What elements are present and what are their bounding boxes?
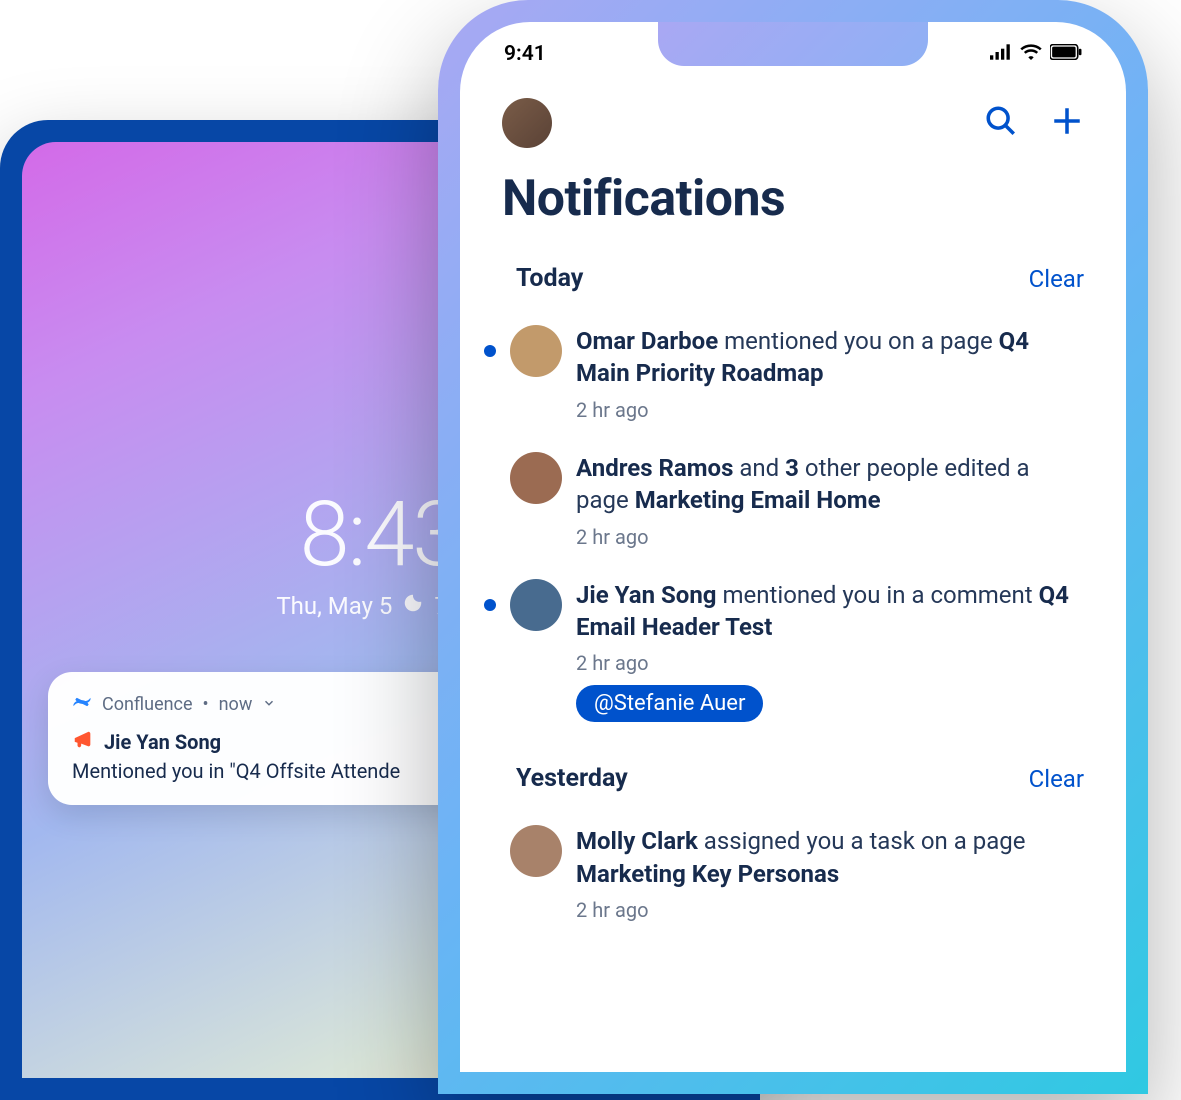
cellular-icon [990,42,1012,66]
notification-target: Marketing Email Home [635,486,881,514]
notification-time: 2 hr ago [576,525,1084,549]
actor-avatar [510,325,562,377]
clear-button[interactable]: Clear [1029,265,1084,293]
notification-text: Omar Darboe mentioned you on a page Q4 M… [576,325,1084,390]
notification-item[interactable]: Andres Ramos and 3 other people edited a… [460,438,1126,565]
unread-dot [484,345,496,357]
notification-item[interactable]: Molly Clark assigned you a task on a pag… [460,811,1126,938]
notification-time: 2 hr ago [576,398,1084,422]
notification-item[interactable]: Omar Darboe mentioned you on a page Q4 M… [460,311,1126,438]
notification-text: Molly Clark assigned you a task on a pag… [576,825,1084,890]
notification-content: Molly Clark assigned you a task on a pag… [576,825,1084,922]
notification-text: Jie Yan Song mentioned you in a comment … [576,579,1084,644]
notification-actor: Molly Clark [576,827,698,855]
app-screen: 9:41 [460,22,1126,1072]
notification-content: Andres Ramos and 3 other people edited a… [576,452,1084,549]
status-time: 9:41 [504,42,546,66]
megaphone-icon [72,729,94,755]
notification-text: Andres Ramos and 3 other people edited a… [576,452,1084,517]
notification-actor: Jie Yan Song [576,581,717,609]
notification-item[interactable]: Jie Yan Song mentioned you in a comment … [460,565,1126,739]
lockscreen-date: Thu, May 5 [276,592,392,620]
app-header [460,66,1126,156]
clear-button[interactable]: Clear [1029,765,1084,793]
search-icon[interactable] [984,104,1018,142]
notification-time: 2 hr ago [576,651,1084,675]
push-app-name: Confluence [102,694,193,715]
battery-icon [1050,42,1082,66]
actor-avatar [510,579,562,631]
chevron-down-icon[interactable] [262,694,276,715]
notification-actor: Omar Darboe [576,327,718,355]
actor-avatar [510,825,562,877]
notification-time: 2 hr ago [576,898,1084,922]
plus-icon[interactable] [1050,104,1084,142]
status-icons [990,42,1082,66]
confluence-icon [72,692,92,717]
mention-pill[interactable]: @Stefanie Auer [576,685,763,722]
notification-content: Omar Darboe mentioned you on a page Q4 M… [576,325,1084,422]
push-when: now [219,694,253,715]
moon-icon [402,592,424,620]
unread-dot [484,599,496,611]
app-phone: 9:41 [438,0,1148,1094]
section-header-yesterday: Yesterday Clear [460,738,1126,811]
notification-target: Marketing Key Personas [576,860,839,888]
notification-content: Jie Yan Song mentioned you in a comment … [576,579,1084,723]
actor-avatar [510,452,562,504]
notification-actor: Andres Ramos [576,454,733,482]
section-title: Today [516,264,583,293]
page-title: Notifications [460,156,1126,252]
push-bullet: • [203,694,209,715]
header-actions [984,104,1084,142]
user-avatar[interactable] [502,98,552,148]
phone-notch [658,22,928,66]
push-actor: Jie Yan Song [104,730,221,754]
section-header-today: Today Clear [460,252,1126,311]
section-title: Yesterday [516,764,628,793]
wifi-icon [1020,42,1042,66]
